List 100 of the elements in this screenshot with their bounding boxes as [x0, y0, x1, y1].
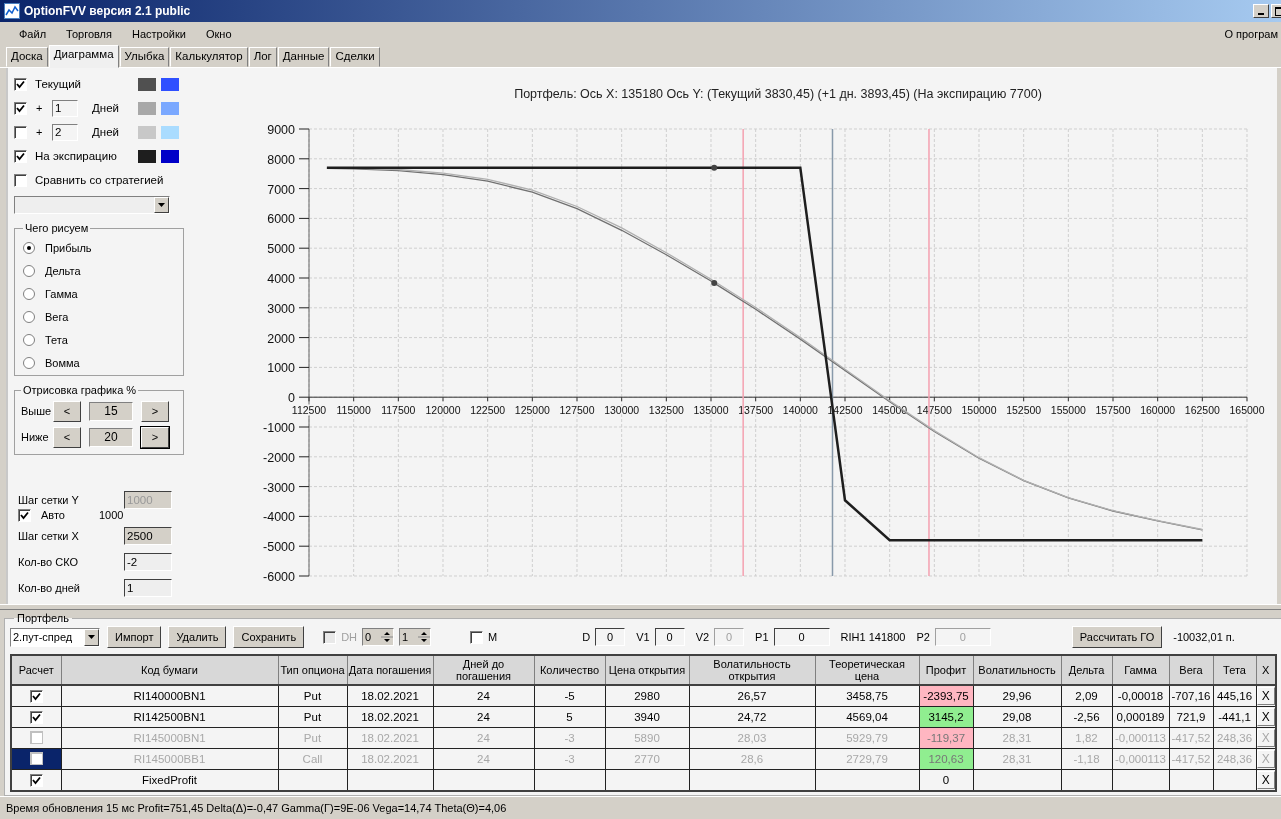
color-swatch[interactable] — [138, 149, 156, 163]
column-header[interactable]: Дата погашения — [347, 655, 433, 685]
spin-field[interactable]: 1 — [399, 628, 432, 646]
tab[interactable]: Диаграмма — [48, 45, 119, 68]
axis-label: 145000 — [872, 404, 908, 417]
increase-button[interactable]: > — [141, 426, 169, 448]
axis-label: -1000 — [263, 421, 295, 435]
radio-button[interactable] — [23, 287, 35, 300]
column-header[interactable]: Расчет — [11, 655, 61, 685]
days-field[interactable]: 1 — [52, 99, 78, 117]
group-title: Отрисовка графика % — [22, 384, 138, 396]
column-header[interactable]: Тип опциона — [278, 655, 347, 685]
checkbox[interactable] — [470, 630, 484, 644]
input-field[interactable]: 0 — [773, 628, 830, 646]
decrease-button[interactable]: < — [53, 426, 81, 448]
color-swatch[interactable] — [138, 125, 156, 139]
menu-item[interactable]: Настройки — [125, 28, 193, 40]
checkbox[interactable] — [29, 751, 43, 765]
toolbar-button[interactable]: Удалить — [168, 626, 227, 648]
group-title: Портфель — [16, 613, 70, 624]
table-cell: 28,03 — [689, 727, 815, 749]
checkbox[interactable] — [14, 125, 27, 139]
minimize-button[interactable] — [1253, 4, 1269, 18]
axis-label: 117500 — [381, 404, 416, 417]
checkbox[interactable] — [29, 689, 43, 703]
table-cell: 18.02.2021 — [347, 706, 433, 728]
column-header[interactable]: Количество — [534, 655, 605, 685]
color-swatch[interactable] — [161, 101, 179, 115]
axis-label: -3000 — [263, 480, 295, 495]
color-swatch[interactable] — [138, 77, 156, 91]
color-swatch[interactable] — [161, 125, 179, 139]
checkbox[interactable] — [29, 730, 43, 744]
decrease-button[interactable]: < — [53, 400, 81, 422]
field-label: V2 — [695, 631, 710, 643]
plus-label: + — [36, 102, 44, 114]
menu-item[interactable]: Файл — [12, 28, 54, 40]
checkbox[interactable] — [29, 773, 43, 787]
input-field[interactable]: 0 — [654, 628, 685, 646]
column-header[interactable]: X — [1256, 655, 1276, 685]
column-header[interactable]: Вега — [1169, 655, 1213, 685]
input-field[interactable]: -2 — [124, 553, 172, 571]
radio-label: Прибыль — [45, 241, 92, 254]
table-cell: 24 — [433, 685, 534, 707]
column-header[interactable]: Цена открытия — [605, 655, 689, 685]
menu-item[interactable]: Окно — [198, 28, 239, 40]
input-field[interactable]: 1 — [124, 579, 172, 597]
input-field[interactable]: 0 — [595, 628, 626, 646]
axis-label: 125000 — [514, 404, 550, 417]
radio-button[interactable] — [23, 310, 35, 323]
strategy-dropdown[interactable]: 2.пут-спред — [10, 627, 100, 647]
increase-button[interactable]: > — [141, 400, 169, 422]
spin-field[interactable]: 0 — [362, 628, 395, 646]
maximize-icon — [1274, 6, 1281, 16]
column-header[interactable]: Гамма — [1112, 655, 1169, 685]
axis-label: -2000 — [263, 450, 295, 465]
axis-label: 0 — [288, 391, 295, 406]
days-field[interactable]: 2 — [52, 123, 78, 141]
menu-item[interactable]: Торговля — [59, 28, 119, 40]
axis-label: 1000 — [267, 361, 295, 376]
column-header[interactable]: Теоретическая цена — [815, 655, 919, 685]
tab[interactable]: Сделки — [330, 47, 380, 67]
checkbox[interactable] — [14, 77, 27, 91]
checkbox[interactable] — [14, 149, 27, 163]
color-swatch[interactable] — [161, 77, 179, 91]
checkbox[interactable] — [29, 710, 43, 724]
color-swatch[interactable] — [138, 101, 156, 115]
value-field: 20 — [89, 427, 133, 447]
chart-icon — [4, 3, 20, 19]
tab[interactable]: Калькулятор — [170, 47, 248, 67]
column-header[interactable]: Волатильность — [973, 655, 1061, 685]
radio-button[interactable] — [23, 333, 35, 346]
radio-button[interactable] — [23, 241, 35, 254]
menu-item[interactable]: О програм — [1217, 28, 1281, 40]
calculate-button[interactable]: Рассчитать ГО — [1071, 626, 1163, 648]
table-cell: -0,000113 — [1112, 727, 1169, 749]
toolbar-button[interactable]: Импорт — [107, 626, 162, 648]
column-header[interactable]: Код бумаги — [61, 655, 278, 685]
compare-dropdown[interactable] — [14, 196, 170, 214]
checkbox[interactable] — [14, 101, 27, 115]
column-header[interactable]: Тета — [1213, 655, 1256, 685]
tab[interactable]: Лог — [248, 47, 277, 67]
tab[interactable]: Доска — [6, 47, 48, 67]
color-swatch[interactable] — [161, 149, 179, 163]
field-label: Шаг сетки Y — [18, 494, 80, 506]
column-header[interactable]: Дней до погашения — [433, 655, 534, 685]
column-header[interactable]: Профит — [919, 655, 973, 685]
column-header[interactable]: Волатильность открытия — [689, 655, 815, 685]
table-cell: Put — [278, 727, 347, 749]
checkbox[interactable] — [14, 173, 27, 187]
table-cell: 5 — [534, 706, 605, 728]
input-field[interactable]: 2500 — [124, 527, 172, 545]
tab[interactable]: Данные — [277, 47, 330, 67]
axis-label: 130000 — [604, 404, 640, 417]
tab[interactable]: Улыбка — [119, 47, 170, 67]
radio-button[interactable] — [23, 356, 35, 369]
column-header[interactable]: Дельта — [1061, 655, 1112, 685]
checkbox[interactable] — [18, 508, 31, 522]
radio-button[interactable] — [23, 264, 35, 277]
table-cell: -1,18 — [1061, 748, 1112, 770]
toolbar-button[interactable]: Сохранить — [233, 626, 305, 648]
